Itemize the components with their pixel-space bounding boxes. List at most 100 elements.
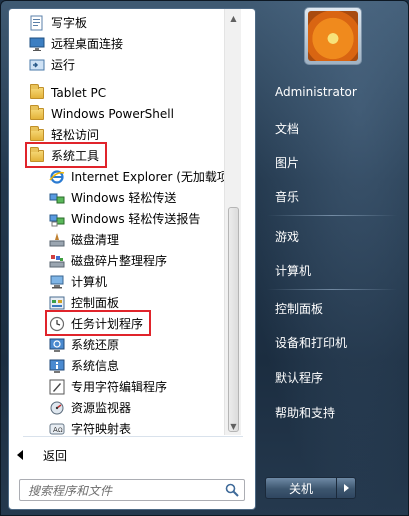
char-map-icon: AΩ	[49, 421, 65, 436]
task-scheduler-icon	[49, 316, 65, 332]
program-disk-cleanup[interactable]: 磁盘清理	[49, 229, 119, 250]
program-computer[interactable]: 计算机	[49, 271, 107, 292]
easy-transfer-icon	[49, 190, 65, 206]
divider	[23, 436, 243, 437]
avatar[interactable]	[304, 7, 362, 65]
folder-system-tools[interactable]: 系统工具	[29, 145, 99, 166]
music-label: 音乐	[275, 189, 300, 204]
separator	[267, 215, 397, 216]
back-label: 返回	[43, 448, 68, 463]
folder-icon	[29, 146, 45, 164]
right-item-user[interactable]: Administrator	[267, 79, 405, 105]
computer-label: 计算机	[275, 263, 312, 278]
right-item-music[interactable]: 音乐	[267, 183, 405, 209]
remote-desktop-icon	[29, 36, 45, 52]
computer-icon	[49, 274, 65, 290]
program-system-restore[interactable]: 系统还原	[49, 334, 119, 355]
program-remote-desktop[interactable]: 远程桌面连接	[29, 33, 123, 54]
program-label: 字符映射表	[71, 422, 132, 435]
devices-printers-label: 设备和打印机	[275, 335, 348, 350]
program-label: 轻松访问	[51, 128, 100, 142]
wordpad-icon	[29, 15, 45, 31]
programs-scrollbar[interactable]: ▲ ▼	[224, 9, 241, 435]
program-label: 系统工具	[51, 149, 100, 163]
default-programs-label: 默认程序	[275, 370, 324, 385]
easy-transfer-report-icon	[49, 211, 65, 227]
program-defragmenter[interactable]: 磁盘碎片整理程序	[49, 250, 167, 271]
program-label: 专用字符编辑程序	[71, 380, 168, 394]
separator	[267, 289, 397, 290]
documents-label: 文档	[275, 121, 300, 136]
search-placeholder: 搜索程序和文件	[28, 483, 113, 498]
control-panel-label: 控制面板	[275, 301, 324, 316]
program-label: 远程桌面连接	[51, 37, 124, 51]
right-item-pictures[interactable]: 图片	[267, 149, 405, 175]
program-label: 控制面板	[71, 296, 120, 310]
defragmenter-icon	[49, 253, 65, 269]
search-icon[interactable]	[225, 483, 239, 497]
folder-icon	[29, 83, 45, 101]
start-menu: 写字板 远程桌面连接 运行 Tablet PC Windows PowerShe…	[0, 0, 409, 516]
program-label: Windows 轻松传送报告	[71, 212, 201, 226]
program-wordpad[interactable]: 写字板	[29, 12, 87, 33]
right-item-help-support[interactable]: 帮助和支持	[267, 399, 405, 425]
user-name: Administrator	[275, 85, 357, 99]
shutdown-label: 关机	[288, 481, 313, 496]
folder-icon	[29, 104, 45, 122]
program-control-panel[interactable]: 控制面板	[49, 292, 119, 313]
system-restore-icon	[49, 337, 65, 353]
shutdown-options-button[interactable]	[336, 477, 356, 499]
back-arrow-icon	[17, 450, 23, 460]
program-label: 运行	[51, 58, 76, 72]
program-run[interactable]: 运行	[29, 54, 75, 75]
program-easy-transfer[interactable]: Windows 轻松传送	[49, 187, 176, 208]
program-label: Windows 轻松传送	[71, 191, 177, 205]
scroll-up-icon[interactable]: ▲	[227, 11, 240, 25]
flower-avatar-image	[308, 11, 358, 61]
help-support-label: 帮助和支持	[275, 405, 336, 420]
programs-panel: 写字板 远程桌面连接 运行 Tablet PC Windows PowerShe…	[8, 8, 256, 510]
system-info-icon	[49, 358, 65, 374]
program-label: Windows PowerShell	[51, 106, 174, 121]
scroll-down-icon[interactable]: ▼	[227, 419, 240, 433]
program-label: 磁盘清理	[71, 233, 120, 247]
svg-text:Ω: Ω	[58, 427, 63, 434]
search-input[interactable]: 搜索程序和文件	[19, 479, 245, 501]
right-item-control-panel[interactable]: 控制面板	[267, 295, 405, 321]
right-item-devices-printers[interactable]: 设备和打印机	[267, 329, 405, 355]
run-icon	[29, 57, 45, 73]
program-label: 计算机	[71, 275, 108, 289]
folder-icon	[29, 125, 45, 143]
program-label: 任务计划程序	[71, 317, 144, 331]
folder-tablet-pc[interactable]: Tablet PC	[29, 82, 106, 103]
program-character-map[interactable]: AΩ 字符映射表	[49, 418, 131, 435]
folder-powershell[interactable]: Windows PowerShell	[29, 103, 174, 124]
folder-ease-of-access[interactable]: 轻松访问	[29, 124, 99, 145]
program-ie-no-addons[interactable]: Internet Explorer (无加载项)	[49, 166, 234, 187]
resource-monitor-icon	[49, 400, 65, 416]
right-item-default-programs[interactable]: 默认程序	[267, 364, 405, 390]
program-resource-monitor[interactable]: 资源监视器	[49, 397, 131, 418]
program-label: 资源监视器	[71, 401, 132, 415]
program-label: 写字板	[51, 16, 88, 30]
control-panel-icon	[49, 295, 65, 311]
program-label: Tablet PC	[51, 85, 107, 100]
char-editor-icon	[49, 379, 65, 395]
right-item-games[interactable]: 游戏	[267, 223, 405, 249]
program-label: 磁盘碎片整理程序	[71, 254, 168, 268]
right-item-documents[interactable]: 文档	[267, 115, 405, 141]
pictures-label: 图片	[275, 155, 300, 170]
disk-cleanup-icon	[49, 232, 65, 248]
program-task-scheduler[interactable]: 任务计划程序	[49, 313, 143, 334]
internet-explorer-icon	[49, 169, 65, 185]
all-programs-list: 写字板 远程桌面连接 运行 Tablet PC Windows PowerShe…	[9, 9, 241, 435]
program-system-info[interactable]: 系统信息	[49, 355, 119, 376]
program-label: 系统信息	[71, 359, 120, 373]
right-item-computer[interactable]: 计算机	[267, 257, 405, 283]
program-label: 系统还原	[71, 338, 120, 352]
scroll-thumb[interactable]	[228, 207, 239, 432]
program-private-char-editor[interactable]: 专用字符编辑程序	[49, 376, 167, 397]
back-button[interactable]: 返回	[17, 445, 67, 465]
program-easy-transfer-report[interactable]: Windows 轻松传送报告	[49, 208, 200, 229]
shutdown-button[interactable]: 关机	[265, 477, 337, 499]
